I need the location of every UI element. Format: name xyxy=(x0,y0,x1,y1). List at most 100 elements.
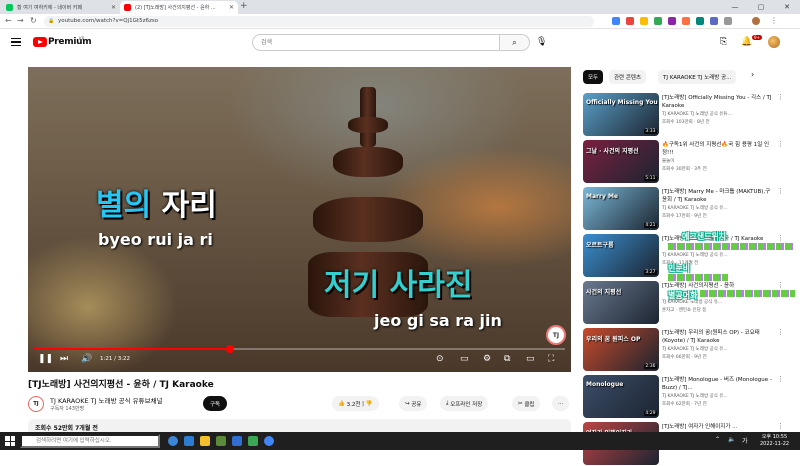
chrome-icon[interactable] xyxy=(264,436,274,446)
new-tab-button[interactable]: + xyxy=(240,1,248,11)
video-thumbnail[interactable]: Monologue 4:29 xyxy=(583,375,659,418)
forward-arrow-icon[interactable]: → xyxy=(17,16,24,25)
tab-youtube[interactable]: (2) [TJ노래방] 사건의지평선 - 윤하 ... ✕ xyxy=(120,1,238,14)
maximize-button[interactable]: ▢ xyxy=(748,0,774,14)
next-icon[interactable]: ⏭ xyxy=(60,354,68,364)
subscribe-button[interactable]: 구독 xyxy=(203,396,227,411)
chip-related[interactable]: 관련 콘텐츠 xyxy=(609,70,647,84)
more-actions-button[interactable]: ··· xyxy=(552,396,570,411)
back-arrow-icon[interactable]: ← xyxy=(5,16,12,25)
recommendation-title[interactable]: [TJ노래방] 여자가 인해이지가 ... xyxy=(662,423,774,431)
network-icon[interactable]: ⌃ xyxy=(715,436,720,443)
puzzle-icon[interactable] xyxy=(724,17,732,25)
recommendation-channel[interactable]: TJ KARAOKE TJ 노래방 공식 유... xyxy=(662,252,728,258)
more-options-icon[interactable]: ⋮ xyxy=(777,328,784,336)
cortana-icon[interactable] xyxy=(168,436,178,446)
recommendation-channel[interactable]: TJ KARAOKE TJ 노래방 공식 유튜... xyxy=(662,111,732,117)
recommendation-title[interactable]: [TJ노래방] 사건의지평선 - 윤하 xyxy=(662,282,774,290)
recommendation-card[interactable]: 우리의 꿈 원피스 OP 2:36 [TJ노래방] 우리의 꿈(원피스 OP) … xyxy=(583,328,793,372)
recommendation-title[interactable]: [TJ노래방] Officially Missing You - 긱스 / TJ… xyxy=(662,94,774,110)
url-field[interactable]: 🔒 youtube.com/watch?v=Qj1Gt5z6zso xyxy=(44,16,594,27)
theater-mode-icon[interactable]: ▭ xyxy=(526,354,535,364)
video-thumbnail[interactable]: 사건의 지평선 xyxy=(583,281,659,324)
profile-icon[interactable] xyxy=(752,17,760,25)
recommendation-title[interactable]: 🔥구독1위 사건의 지평선🔥국 힘 용평 1일 인정!!! xyxy=(662,141,774,157)
channel-name[interactable]: TJ KARAOKE TJ 노래방 공식 유튜브채널 xyxy=(50,395,163,405)
extension-icon[interactable] xyxy=(654,17,662,25)
minimize-button[interactable]: — xyxy=(722,0,748,14)
youtube-logo-icon[interactable] xyxy=(33,37,47,47)
recommendation-title[interactable]: [TJ노래방] Marry Me - 마크툽 (MAKTUB),구윤회 / TJ… xyxy=(662,188,774,204)
extension-icon[interactable] xyxy=(640,17,648,25)
fullscreen-icon[interactable]: ⛶ xyxy=(548,354,554,364)
more-options-icon[interactable]: ⋮ xyxy=(777,422,784,430)
minecraft-icon[interactable] xyxy=(216,436,226,446)
more-options-icon[interactable]: ⋮ xyxy=(777,93,784,101)
extension-icon[interactable] xyxy=(612,17,620,25)
settings-gear-icon[interactable]: ⚙ xyxy=(483,354,491,364)
search-input[interactable] xyxy=(252,34,500,51)
extension-icon[interactable] xyxy=(626,17,634,25)
more-options-icon[interactable]: ⋮ xyxy=(777,281,784,289)
bell-icon[interactable]: 🔔 xyxy=(741,37,752,47)
recommendation-card[interactable]: Marry Me 4:21 [TJ노래방] Marry Me - 마크툽 (MA… xyxy=(583,187,793,231)
more-options-icon[interactable]: ⋮ xyxy=(777,140,784,148)
extension-icon[interactable] xyxy=(696,17,704,25)
extension-icon[interactable] xyxy=(682,17,690,25)
edge-icon[interactable] xyxy=(184,436,194,446)
chip-channel[interactable]: TJ KARAOKE TJ 노래방 공... xyxy=(658,70,737,84)
video-thumbnail[interactable]: 그날 · 사건의 지평선 5:11 xyxy=(583,140,659,183)
recommendation-title[interactable]: [TJ노래방] Monologue - 버즈 (Monologue - Buzz… xyxy=(662,376,774,392)
chevron-right-icon[interactable]: › xyxy=(751,70,754,79)
clip-button[interactable]: ✂ 클립 xyxy=(512,396,541,411)
windows-start-icon[interactable] xyxy=(5,436,15,446)
avatar[interactable] xyxy=(768,36,780,48)
recommendation-channel[interactable]: TJ KARAOKE TJ 노래방 공식 유... xyxy=(662,393,728,399)
recommendation-title[interactable]: [TJ노래방] 우리의 꿈(원피스 OP) - 코요태(Koyote) / TJ… xyxy=(662,329,774,345)
recommendation-channel[interactable]: 불놀이 xyxy=(662,158,674,164)
offline-save-button[interactable]: ⤓ 오프라인 저장 xyxy=(440,396,489,411)
chip-all[interactable]: 모두 xyxy=(583,70,604,84)
reload-icon[interactable]: ↻ xyxy=(30,16,37,25)
subtitles-icon[interactable]: ▭ xyxy=(460,354,469,364)
more-options-icon[interactable]: ⋮ xyxy=(777,187,784,195)
video-thumbnail[interactable]: 오르트구름 3:27 xyxy=(583,234,659,277)
volume-tray-icon[interactable]: 🔈 xyxy=(728,436,735,443)
hamburger-menu-icon[interactable] xyxy=(11,38,21,46)
file-explorer-icon[interactable] xyxy=(200,436,210,446)
recommendation-channel[interactable]: TJ KARAOKE TJ 노래방 공식 유... xyxy=(662,205,728,211)
thumbs-down-icon[interactable]: 👎 xyxy=(366,401,373,407)
video-thumbnail[interactable]: Officially Missing You 3:33 xyxy=(583,93,659,136)
taskbar-clock[interactable]: 오후 10:55 2022-11-22 xyxy=(760,434,789,448)
recommendation-card[interactable]: 사건의 지평선 [TJ노래방] 사건의지평선 - 윤하 TJ KARAOKE 노… xyxy=(583,281,793,325)
microphone-icon[interactable]: 🎙 xyxy=(536,37,547,47)
recommendation-channel[interactable]: TJ KARAOKE TJ 노래방 공식 유... xyxy=(662,346,728,352)
extension-icon[interactable] xyxy=(710,17,718,25)
extension-icon[interactable] xyxy=(668,17,676,25)
recommendation-card[interactable]: Monologue 4:29 [TJ노래방] Monologue - 버즈 (M… xyxy=(583,375,793,419)
more-options-icon[interactable]: ⋮ xyxy=(777,375,784,383)
like-button[interactable]: 👍 3.2천 | 👎 xyxy=(332,396,379,411)
taskbar-search-input[interactable] xyxy=(20,434,160,448)
video-thumbnail[interactable]: Marry Me 4:21 xyxy=(583,187,659,230)
more-options-icon[interactable]: ⋮ xyxy=(777,234,784,242)
tab-close-icon[interactable]: ✕ xyxy=(229,4,234,11)
more-menu-icon[interactable]: ⋮ xyxy=(770,16,778,25)
recommendation-card[interactable]: 그날 · 사건의 지평선 5:11 🔥구독1위 사건의 지평선🔥국 힘 용평 1… xyxy=(583,140,793,184)
recommendation-card[interactable]: Officially Missing You 3:33 [TJ노래방] Offi… xyxy=(583,93,793,137)
video-player[interactable]: 별의 자리 byeo rui ja ri 저기 사라진 jeo gi sa ra… xyxy=(28,67,571,372)
close-window-button[interactable]: ✕ xyxy=(774,0,800,14)
search-button[interactable]: ⌕ xyxy=(500,34,530,51)
pause-icon[interactable]: ❚❚ xyxy=(38,354,53,364)
visual-studio-icon[interactable] xyxy=(232,436,242,446)
autoplay-toggle-icon[interactable]: ⊙ xyxy=(436,354,444,364)
video-thumbnail[interactable]: 우리의 꿈 원피스 OP 2:36 xyxy=(583,328,659,371)
create-video-icon[interactable]: ⎘ xyxy=(720,37,727,47)
ime-icon[interactable]: 가 xyxy=(742,436,748,445)
tab-naver-cafe[interactable]: 황 여기 여하키에 - 네이버 카페 ✕ xyxy=(2,1,120,14)
miniplayer-icon[interactable]: ⧉ xyxy=(504,354,510,364)
app-icon[interactable] xyxy=(248,436,258,446)
volume-icon[interactable]: 🔊 xyxy=(81,354,92,364)
progress-bar[interactable] xyxy=(34,345,565,353)
tab-close-icon[interactable]: ✕ xyxy=(111,4,116,11)
